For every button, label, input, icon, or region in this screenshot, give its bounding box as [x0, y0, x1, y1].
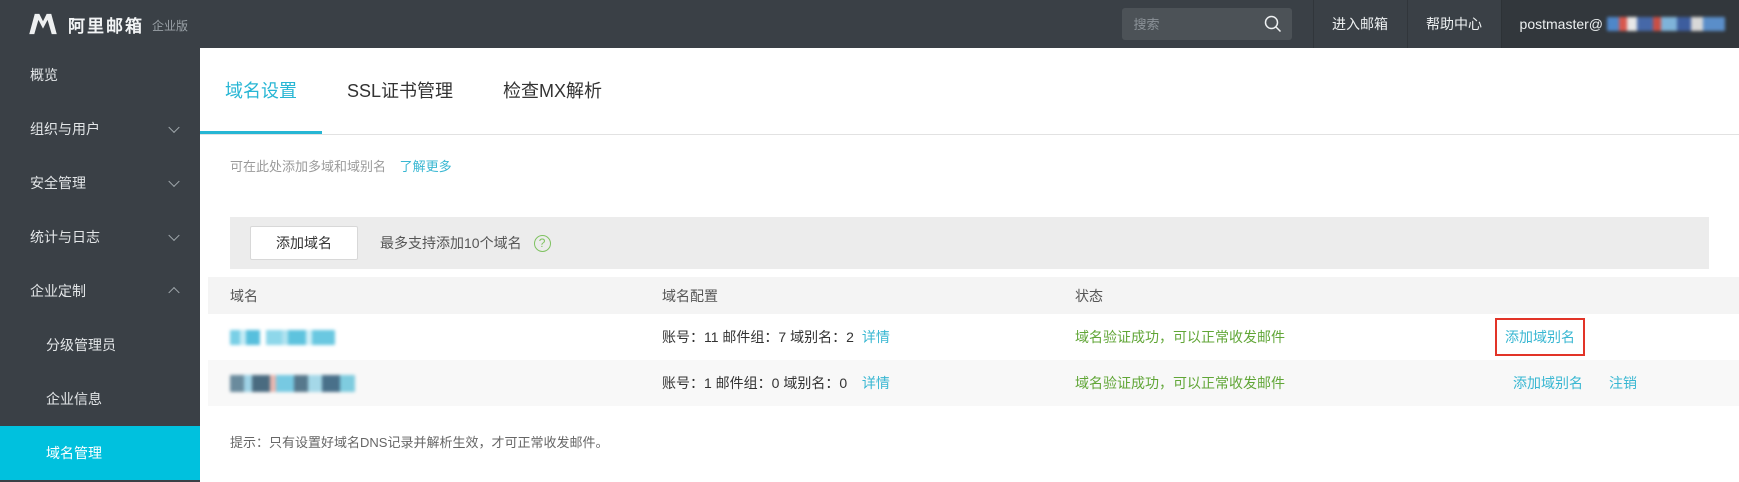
details-link[interactable]: 详情: [862, 329, 890, 345]
search-box: [1121, 8, 1292, 40]
intro-text: 可在此处添加多域和域别名: [230, 159, 387, 174]
tab-ssl-cert-management[interactable]: SSL证书管理: [322, 48, 478, 134]
chevron-down-icon: [168, 229, 180, 242]
main-content: 域名设置 SSL证书管理 检查MX解析 可在此处添加多域和域别名 了解更多 添加…: [200, 48, 1739, 482]
sidebar: 概览 组织与用户 安全管理 统计与日志 企业定制 分级管理员 企业信息 域名管理: [0, 48, 200, 482]
alimail-logo-icon: [29, 13, 57, 35]
product-name: 阿里邮箱: [68, 16, 144, 36]
domain-toolbar: 添加域名 最多支持添加10个域名 ?: [230, 217, 1709, 269]
tab-domain-settings[interactable]: 域名设置: [200, 48, 322, 134]
status-text: 域名验证成功，可以正常收发邮件: [1075, 375, 1285, 391]
topbar: 阿里邮箱 企业版 进入邮箱 帮助中心 postmaster@: [0, 0, 1739, 48]
help-center-link[interactable]: 帮助中心: [1406, 0, 1501, 48]
header-status: 状态: [1075, 287, 1103, 304]
redacted-domain-name: [230, 330, 335, 346]
domain-config-summary: 账号：11 邮件组：7 域别名：2: [662, 329, 854, 345]
dns-tip-text: 提示：只有设置好域名DNS记录并解析生效，才可正常收发邮件。: [230, 435, 609, 450]
domain-table: 域名 域名配置 状态 账号：11 邮件组：7 域别名：2 详情 域名验证成功，可…: [208, 277, 1739, 406]
highlight-box: 添加域别名: [1495, 318, 1585, 356]
table-header-row: 域名 域名配置 状态: [208, 277, 1739, 314]
edition-badge: 企业版: [152, 19, 189, 33]
domain-limit-text: 最多支持添加10个域名: [380, 235, 522, 251]
sidebar-item-stats-logs[interactable]: 统计与日志: [0, 210, 200, 264]
learn-more-link[interactable]: 了解更多: [400, 159, 452, 174]
chevron-down-icon: [168, 121, 180, 134]
sidebar-item-domain-management[interactable]: 域名管理: [0, 426, 200, 480]
redacted-account-domain: [1607, 17, 1725, 31]
add-domain-alias-link[interactable]: 添加域别名: [1505, 329, 1575, 345]
search-icon[interactable]: [1263, 14, 1283, 34]
table-row: 账号：1 邮件组：0 域别名：0 详情 域名验证成功，可以正常收发邮件 添加域别…: [208, 360, 1739, 406]
header-domain: 域名: [230, 287, 258, 304]
sidebar-item-enterprise-custom[interactable]: 企业定制: [0, 264, 200, 318]
account-menu[interactable]: postmaster@: [1500, 0, 1739, 48]
add-domain-alias-link[interactable]: 添加域别名: [1513, 373, 1583, 393]
brand: 阿里邮箱 企业版: [0, 0, 188, 48]
redacted-domain-name: [230, 374, 355, 392]
sidebar-item-org-users[interactable]: 组织与用户: [0, 102, 200, 156]
intro-line: 可在此处添加多域和域别名 了解更多: [230, 156, 1739, 175]
account-email-prefix: postmaster@: [1519, 16, 1603, 32]
add-domain-button[interactable]: 添加域名: [250, 226, 358, 260]
enter-mailbox-link[interactable]: 进入邮箱: [1312, 0, 1407, 48]
chevron-down-icon: [168, 175, 180, 188]
header-domain-config: 域名配置: [662, 287, 718, 304]
sidebar-item-security[interactable]: 安全管理: [0, 156, 200, 210]
tab-check-mx[interactable]: 检查MX解析: [478, 48, 627, 134]
help-question-icon[interactable]: ?: [533, 234, 551, 252]
sidebar-item-overview[interactable]: 概览: [0, 48, 200, 102]
domain-config-summary: 账号：1 邮件组：0 域别名：0: [662, 375, 848, 391]
sidebar-item-enterprise-info[interactable]: 企业信息: [0, 372, 200, 426]
chevron-up-icon: [168, 286, 180, 299]
table-row: 账号：11 邮件组：7 域别名：2 详情 域名验证成功，可以正常收发邮件 添加域…: [208, 314, 1739, 360]
status-text: 域名验证成功，可以正常收发邮件: [1075, 329, 1285, 345]
sidebar-item-tiered-admins[interactable]: 分级管理员: [0, 318, 200, 372]
deregister-domain-link[interactable]: 注销: [1609, 373, 1637, 393]
tab-bar: 域名设置 SSL证书管理 检查MX解析: [200, 48, 1739, 135]
details-link[interactable]: 详情: [862, 375, 890, 391]
